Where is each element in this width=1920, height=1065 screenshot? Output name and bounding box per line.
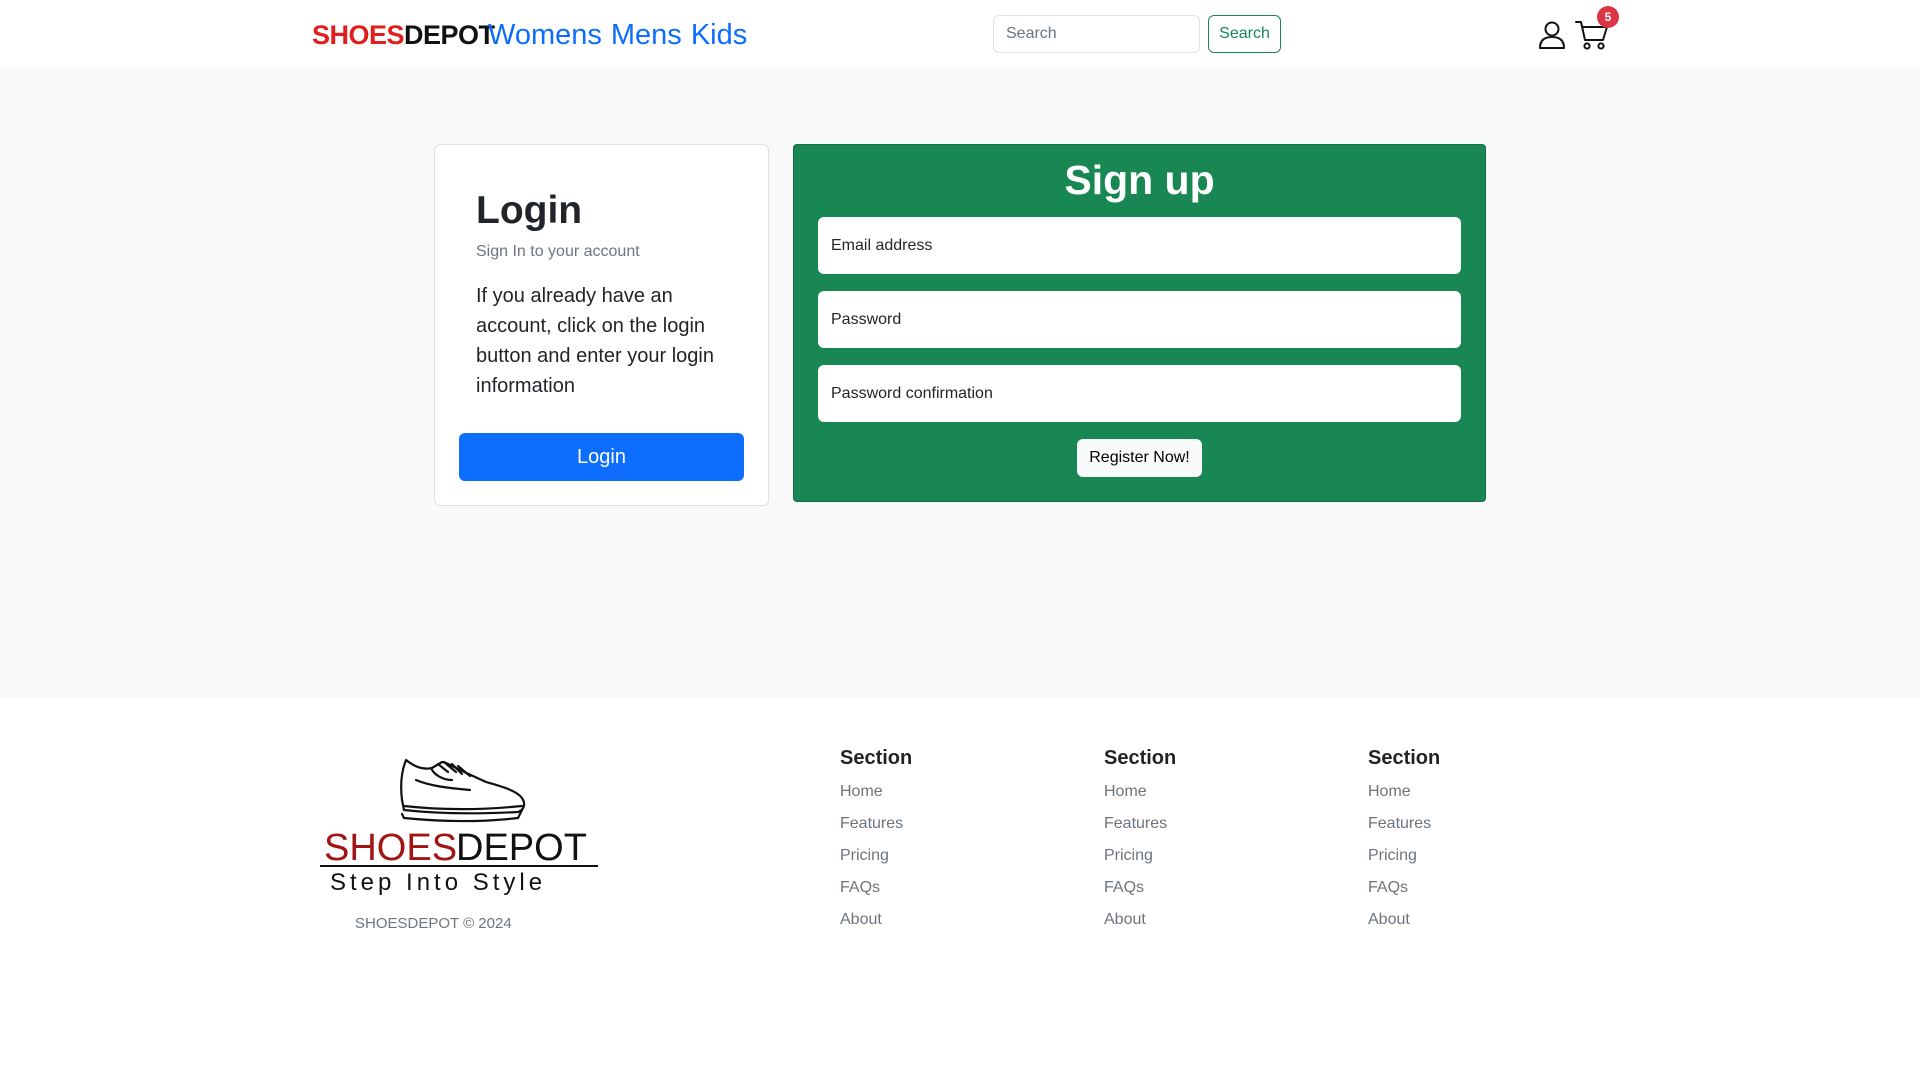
login-title: Login [476, 189, 583, 232]
login-card: Login Sign In to your account If you alr… [434, 144, 769, 506]
footer-link-home[interactable]: Home [840, 776, 1060, 808]
password-confirmation-field[interactable] [818, 365, 1461, 422]
copyright: SHOESDEPOT © 2024 [355, 915, 512, 932]
footer-link-features[interactable]: Features [1104, 808, 1324, 840]
footer-column-heading: Section [1368, 747, 1441, 769]
password-field[interactable] [818, 291, 1461, 348]
nav-link-mens[interactable]: Mens [611, 16, 682, 54]
nav-link-womens[interactable]: Womens [488, 16, 602, 54]
category-nav: Womens Mens Kids [488, 16, 747, 54]
footer-link-home[interactable]: Home [1104, 776, 1324, 808]
footer-column-3: Section Home Features Pricing FAQs About [1368, 746, 1588, 936]
register-button[interactable]: Register Now! [1077, 439, 1202, 477]
search-input[interactable] [993, 15, 1200, 53]
footer-link-faqs[interactable]: FAQs [840, 872, 1060, 904]
main-content: Login Sign In to your account If you alr… [0, 68, 1920, 698]
footer-column-2: Section Home Features Pricing FAQs About [1104, 746, 1324, 936]
brand-part-shoes: SHOES [312, 20, 405, 50]
user-icon[interactable] [1537, 20, 1567, 50]
login-description: If you already have an account, click on… [476, 285, 714, 397]
footer-logo-text-depot: DEPOT [456, 827, 587, 869]
footer-link-faqs[interactable]: FAQs [1104, 872, 1324, 904]
search-button[interactable]: Search [1208, 15, 1281, 53]
footer-link-features[interactable]: Features [840, 808, 1060, 840]
footer-link-pricing[interactable]: Pricing [1368, 840, 1588, 872]
footer-column-heading: Section [840, 747, 913, 769]
footer-link-faqs[interactable]: FAQs [1368, 872, 1588, 904]
footer-logo-tagline: Step Into Style [330, 869, 546, 896]
footer-link-about[interactable]: About [1368, 904, 1588, 936]
footer-link-pricing[interactable]: Pricing [840, 840, 1060, 872]
footer: SHOES DEPOT Step Into Style SHOESDEPOT ©… [0, 698, 1920, 1065]
footer-link-about[interactable]: About [1104, 904, 1324, 936]
login-subtitle: Sign In to your account [476, 243, 640, 260]
signup-title: Sign up [1064, 157, 1215, 203]
footer-link-features[interactable]: Features [1368, 808, 1588, 840]
footer-link-about[interactable]: About [840, 904, 1060, 936]
login-button[interactable]: Login [459, 433, 744, 481]
brand-logo[interactable]: SHOESDEPOT [312, 19, 495, 51]
footer-link-pricing[interactable]: Pricing [1104, 840, 1324, 872]
footer-logo-text-shoes: SHOES [324, 827, 457, 869]
footer-logo: SHOES DEPOT Step Into Style [320, 758, 598, 896]
footer-link-home[interactable]: Home [1368, 776, 1588, 808]
footer-column-1: Section Home Features Pricing FAQs About [840, 746, 1060, 936]
sneaker-icon [400, 758, 526, 823]
cart-count-badge: 5 [1597, 6, 1619, 28]
nav-link-kids[interactable]: Kids [691, 16, 747, 54]
email-field[interactable] [818, 217, 1461, 274]
brand-part-depot: DEPOT [404, 20, 495, 50]
footer-column-heading: Section [1104, 747, 1177, 769]
navbar: SHOESDEPOT Womens Mens Kids Search 5 [0, 0, 1920, 68]
signup-card: Sign up Register Now! [793, 144, 1486, 502]
